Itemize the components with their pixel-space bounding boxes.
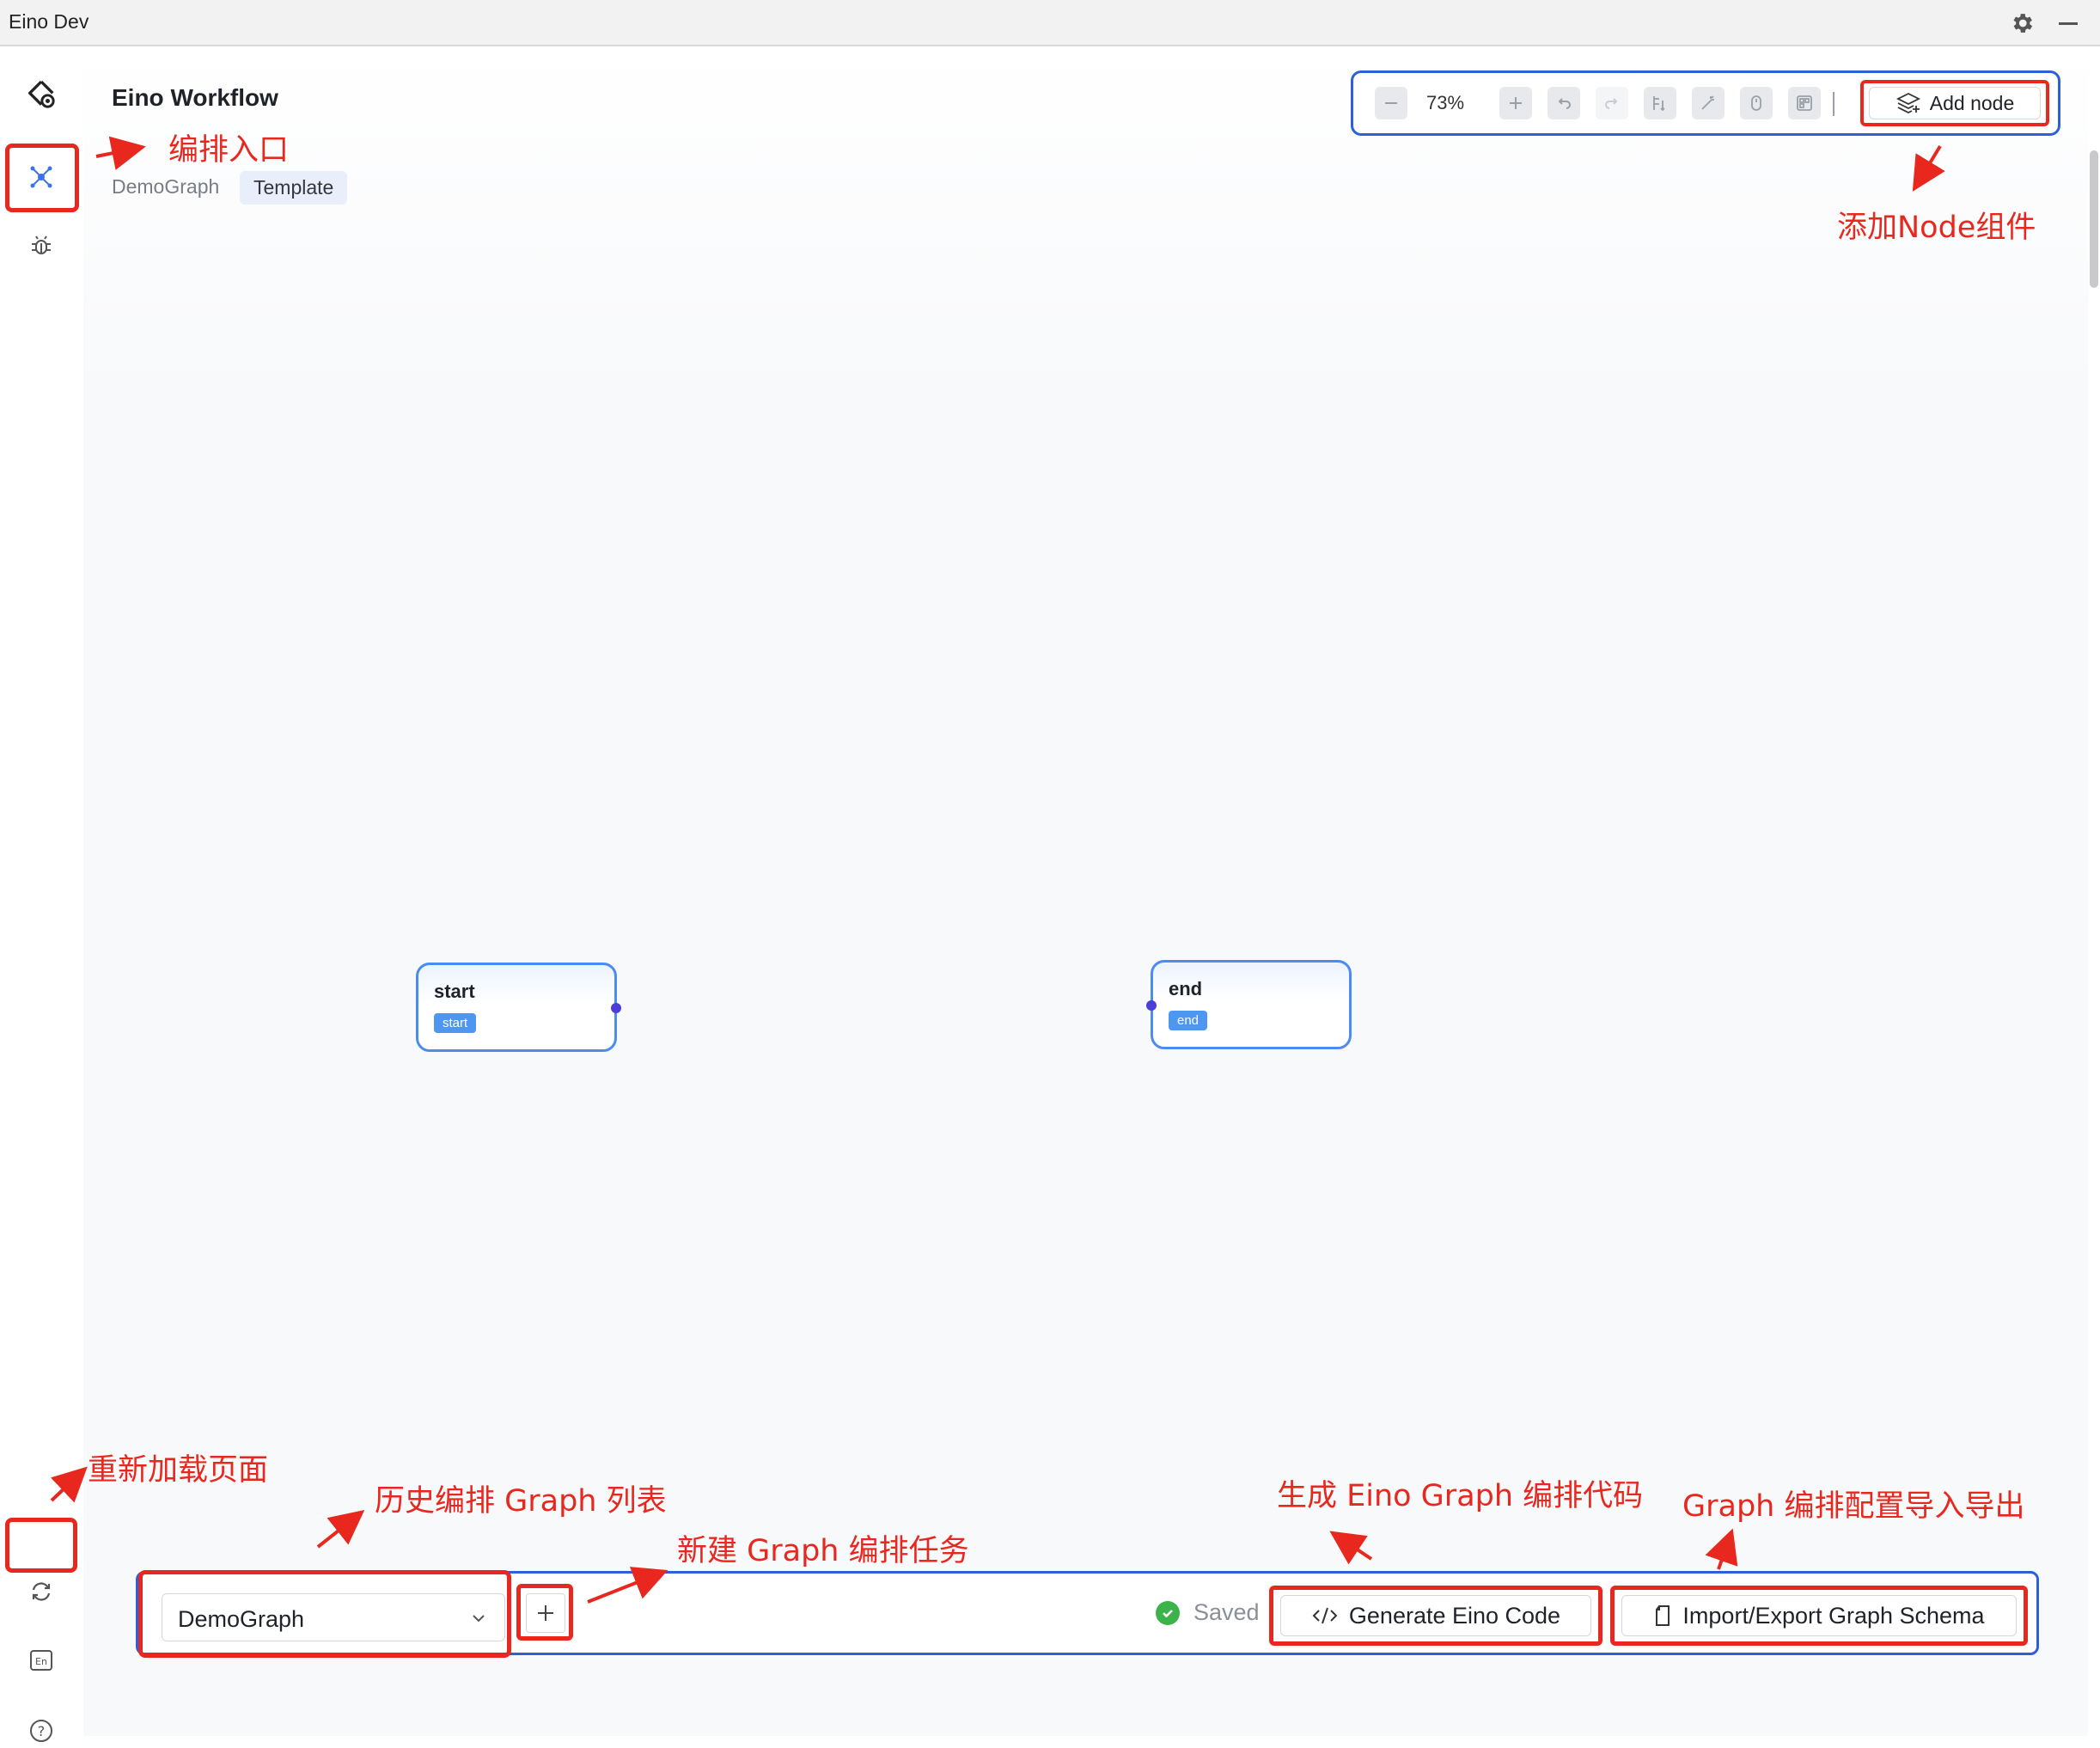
generate-code-label: Generate Eino Code [1348,1602,1561,1629]
svg-text:En: En [35,1656,47,1667]
zoom-in-button[interactable] [1499,87,1532,119]
generate-eino-code-button[interactable]: Generate Eino Code [1280,1595,1591,1636]
window-titlebar: Eino Dev [0,0,2100,46]
canvas-toolbar: 73% Add node [1351,70,2060,136]
page-title: Eino Workflow [112,84,278,111]
window-title: Eino Dev [9,10,89,33]
check-circle-icon [1156,1600,1180,1625]
graph-select-highlight: DemoGraph [138,1570,511,1658]
input-port[interactable] [1146,1000,1157,1011]
import-export-highlight: Import/Export Graph Schema [1610,1586,2028,1646]
annotation-reload-page: 重新加载页面 [88,1453,269,1488]
language-en-icon[interactable]: En [24,1643,58,1678]
zoom-level: 73% [1426,92,1465,113]
annotation-add-node: 添加Node组件 [1837,211,2036,245]
plus-icon [538,1605,553,1621]
output-port[interactable] [611,1003,621,1013]
left-sidebar: En ? [0,46,82,1742]
chevron-down-icon [468,1608,489,1633]
undo-button[interactable] [1548,87,1580,119]
annotation-history-list: 历史编排 Graph 列表 [375,1484,667,1519]
annotation-new-graph: 新建 Graph 编排任务 [677,1534,969,1568]
scrollbar[interactable] [2090,150,2098,288]
save-status: Saved [1156,1599,1260,1626]
new-graph-highlight [516,1584,573,1641]
node-type-badge: end [1169,1011,1208,1030]
bug-icon[interactable] [24,229,58,263]
layout-icon[interactable] [1644,87,1676,119]
layers-icon [1895,92,1920,114]
zoom-out-button[interactable] [1375,87,1407,119]
import-export-schema-button[interactable]: Import/Export Graph Schema [1621,1595,2017,1636]
reload-icon-highlight [5,1518,77,1573]
generate-code-highlight: Generate Eino Code [1269,1586,1602,1646]
add-node-label: Add node [1929,91,2015,114]
node-title: end [1169,978,1203,999]
annotation-import-export: Graph 编排配置导入导出 [1682,1489,2025,1524]
mouse-icon[interactable] [1740,87,1773,119]
minimap-icon[interactable] [1788,87,1821,119]
template-badge: Template [240,171,348,205]
import-export-label: Import/Export Graph Schema [1682,1602,1985,1629]
graph-select-value: DemoGraph [178,1606,305,1632]
code-icon [1312,1607,1338,1624]
help-icon[interactable]: ? [24,1714,58,1748]
eino-logo-icon [24,77,58,112]
node-end[interactable]: end end [1146,960,1352,1049]
magic-wand-icon[interactable] [1692,87,1725,119]
workflow-icon-highlight [5,144,79,212]
new-graph-button[interactable] [526,1593,565,1633]
add-node-button[interactable]: Add node [1869,87,2041,119]
breadcrumb-graph-name: DemoGraph [112,175,220,198]
annotation-generate-code: 生成 Eino Graph 编排代码 [1277,1479,1644,1513]
redo-button[interactable] [1596,87,1628,119]
graph-select[interactable]: DemoGraph [162,1593,505,1641]
reload-icon[interactable] [24,1574,58,1609]
gear-icon[interactable] [2009,10,2035,36]
document-icon [1656,1605,1670,1626]
node-title: start [434,981,475,1002]
annotation-orchestration-entry: 编排入口 [168,133,290,168]
saved-label: Saved [1193,1599,1260,1625]
svg-text:?: ? [38,1723,46,1739]
add-node-highlight: Add node [1860,80,2049,126]
node-start[interactable]: start start [416,963,621,1052]
minimize-icon[interactable] [2055,10,2081,36]
node-type-badge: start [434,1013,477,1033]
toolbar-divider [1833,92,1834,116]
bottom-bar: DemoGraph Saved Generate Eino Code Impor… [136,1570,2039,1658]
